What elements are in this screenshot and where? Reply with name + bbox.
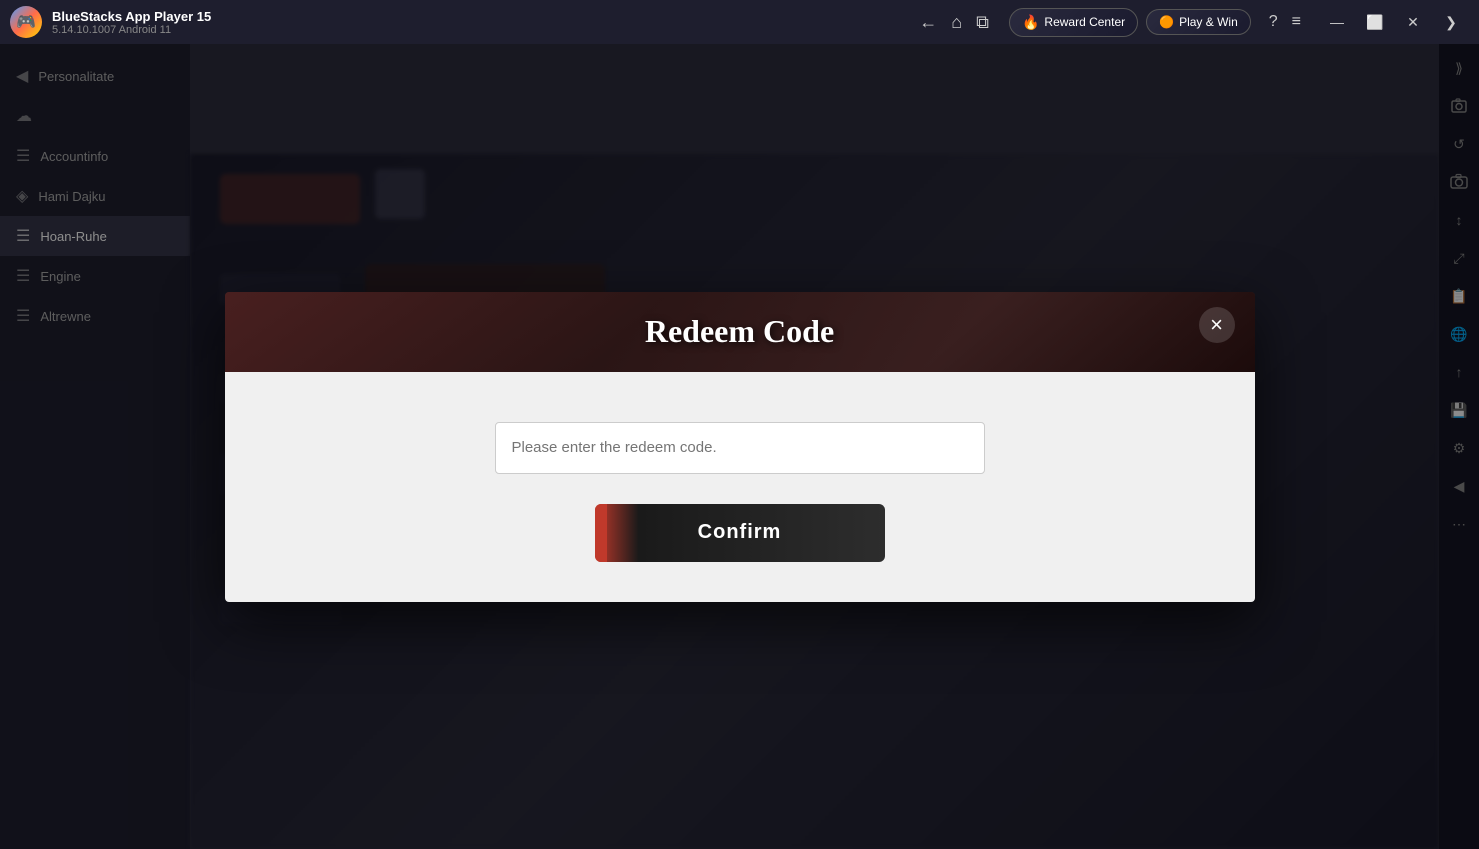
app-version: 5.14.10.1007 Android 11 [52,24,919,36]
home-button[interactable]: ⌂ [951,13,962,31]
reward-center-label: Reward Center [1044,15,1125,29]
modal-header: Redeem Code × [225,292,1255,372]
play-win-icon: 🟠 [1159,15,1174,29]
reward-icon: 🔥 [1022,14,1039,31]
main-area: ◀ Personalitate ☁ ☰ Accountinfo ◈ Hami D… [0,44,1479,849]
reward-center-button[interactable]: 🔥 Reward Center [1009,8,1138,37]
redeem-code-modal: Redeem Code × Confirm [225,292,1255,602]
app-logo: 🎮 [10,6,42,38]
play-win-button[interactable]: 🟠 Play & Win [1146,9,1251,35]
menu-icon[interactable]: ≡ [1292,13,1301,31]
modal-close-button[interactable]: × [1199,307,1235,343]
expand-button[interactable]: ❯ [1433,4,1469,40]
minimize-button[interactable]: — [1319,4,1355,40]
play-win-label: Play & Win [1179,15,1238,29]
modal-body: Confirm [225,372,1255,602]
nav-controls: ← ⌂ ⧉ [919,13,989,31]
confirm-label: Confirm [698,521,782,544]
close-button[interactable]: ✕ [1395,4,1431,40]
app-name: BlueStacks App Player 15 [52,9,919,24]
modal-title: Redeem Code [645,313,834,350]
app-info: BlueStacks App Player 15 5.14.10.1007 An… [52,9,919,36]
tabs-button[interactable]: ⧉ [976,13,989,31]
title-bar: 🎮 BlueStacks App Player 15 5.14.10.1007 … [0,0,1479,44]
back-button[interactable]: ← [919,13,937,31]
title-bar-right: 🔥 Reward Center 🟠 Play & Win ? ≡ — ⬜ ✕ ❯ [1009,4,1469,40]
maximize-button[interactable]: ⬜ [1357,4,1393,40]
redeem-code-input[interactable] [495,422,985,474]
window-controls: — ⬜ ✕ ❯ [1319,4,1469,40]
help-icon[interactable]: ? [1269,13,1278,31]
confirm-button[interactable]: Confirm [595,504,885,562]
title-bar-icons: ? ≡ [1269,13,1301,31]
